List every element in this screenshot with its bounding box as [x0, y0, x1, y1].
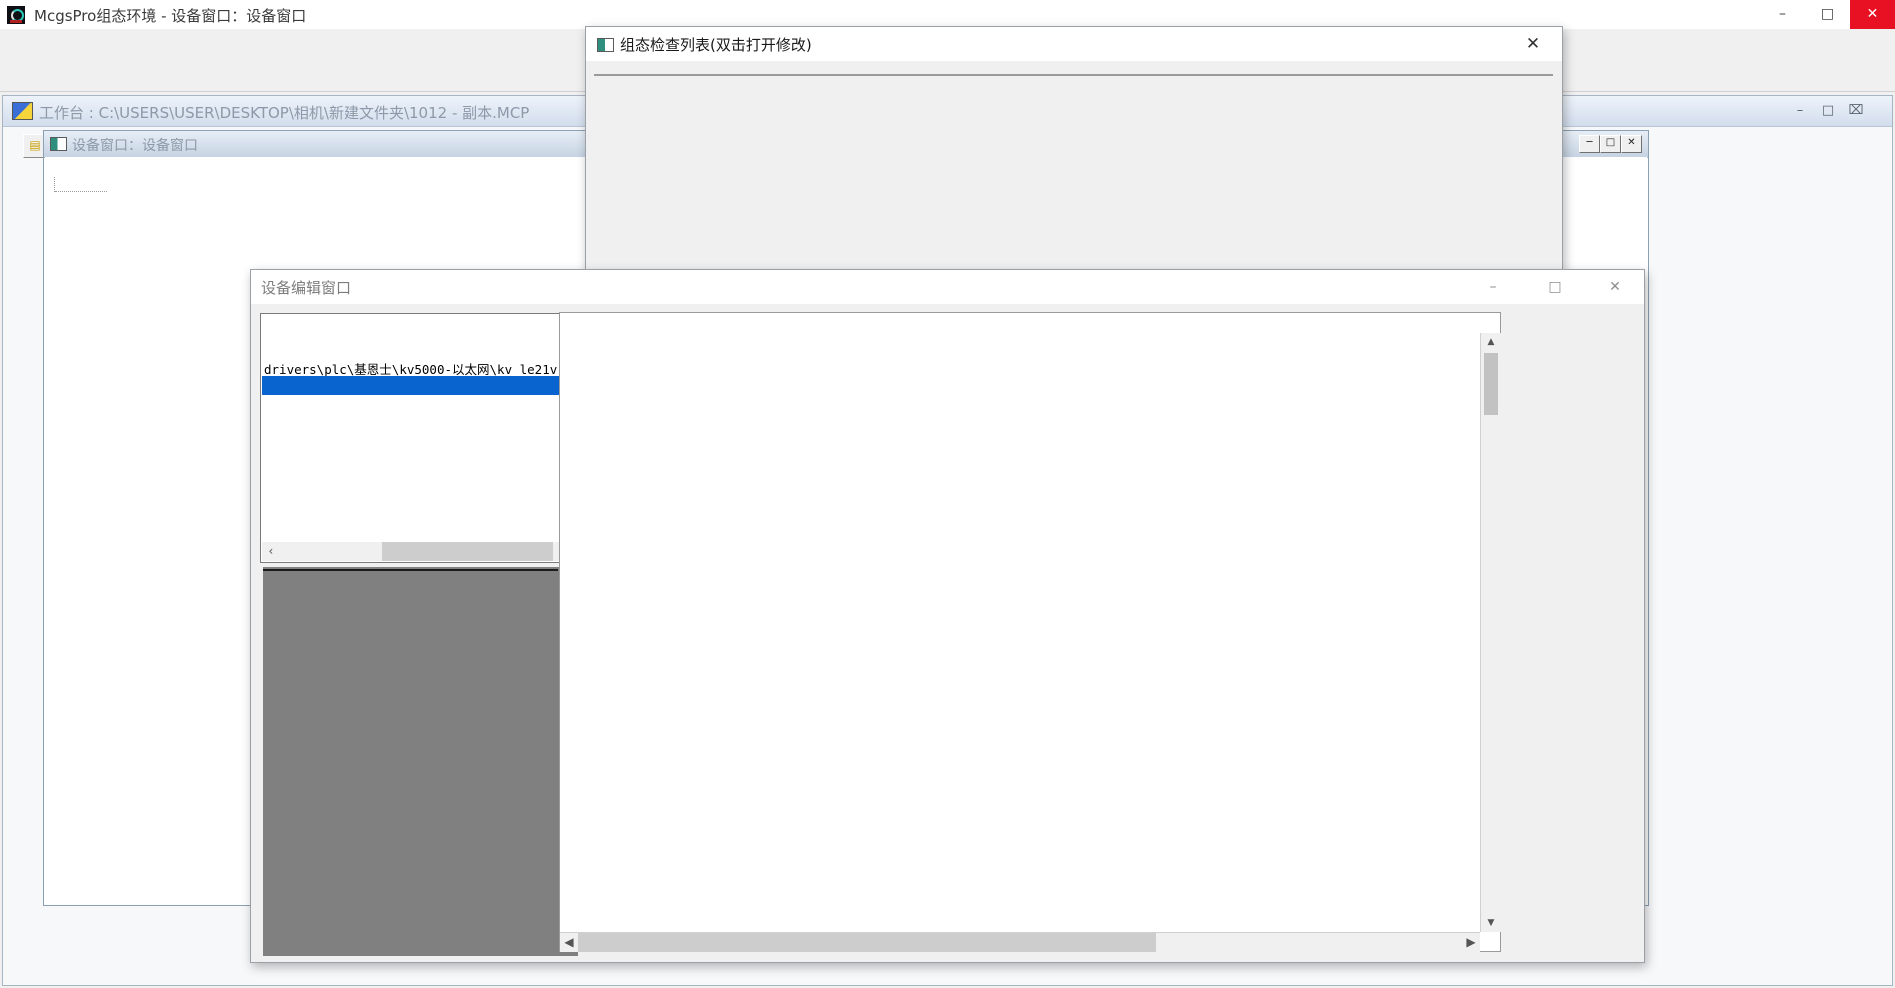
screen: McgsPro组态环境 - 设备窗口：设备窗口 – □ ✕ 工作台 : C:\U…	[0, 0, 1895, 988]
close-icon[interactable]: ✕	[1850, 0, 1895, 29]
scroll-left-icon[interactable]: ◀	[560, 933, 578, 952]
workspace-title: 工作台 : C:\USERS\USER\DESKTOP\相机\新建文件夹\101…	[39, 102, 529, 123]
workspace-close-icon[interactable]: ⌧	[1843, 100, 1869, 122]
editor-title: 设备编辑窗口	[261, 277, 351, 298]
app-title: McgsPro组态环境 - 设备窗口：设备窗口	[34, 5, 306, 26]
config-check-dialog: 组态检查列表(双击打开修改) ✕	[585, 26, 1563, 273]
scroll-up-icon[interactable]: ▲	[1481, 333, 1501, 351]
scroll-thumb[interactable]	[1484, 353, 1498, 415]
child-minimize-icon[interactable]: ─	[1579, 135, 1600, 153]
workbench-icon	[12, 102, 33, 120]
device-window-icon	[50, 137, 67, 151]
workspace-minimize-icon[interactable]: –	[1787, 100, 1813, 122]
app-icon	[7, 6, 25, 24]
tree-connector	[55, 191, 107, 192]
check-dialog-titlebar[interactable]: 组态检查列表(双击打开修改) ✕	[586, 27, 1562, 61]
workspace-restore-icon[interactable]: □	[1815, 100, 1841, 122]
editor-minimize-icon[interactable]: –	[1481, 277, 1505, 297]
channel-table: ▲ ▼ ◀ ▶	[559, 312, 1501, 952]
scroll-right-icon[interactable]: ▶	[1462, 933, 1480, 952]
editor-titlebar[interactable]: 设备编辑窗口 – □ ✕	[251, 270, 1644, 304]
device-properties-panel	[263, 567, 578, 956]
child-close-icon[interactable]: ✕	[1621, 135, 1642, 153]
check-dialog-icon	[597, 38, 614, 52]
scroll-left-icon[interactable]: ‹	[262, 542, 280, 561]
check-dialog-close-icon[interactable]: ✕	[1520, 33, 1546, 55]
driver-selected-row[interactable]	[262, 376, 571, 395]
editor-maximize-icon[interactable]: □	[1543, 277, 1567, 297]
check-dialog-title: 组态检查列表(双击打开修改)	[620, 34, 812, 55]
scroll-thumb[interactable]	[578, 933, 1156, 952]
driver-listbox[interactable]: drivers\plc\基恩士\kv5000-以太网\kv_le21v.ui ‹…	[260, 313, 575, 563]
maximize-icon[interactable]: □	[1805, 0, 1850, 29]
channel-vscrollbar[interactable]: ▲ ▼	[1480, 333, 1501, 932]
child-restore-icon[interactable]: □	[1600, 135, 1621, 153]
driver-list-hscrollbar[interactable]: ‹ ›	[262, 542, 571, 561]
channel-hscrollbar[interactable]: ◀ ▶	[560, 932, 1480, 952]
check-result-table	[594, 74, 1553, 76]
device-editor-dialog: 设备编辑窗口 – □ ✕ drivers\plc\基恩士\kv5000-以太网\…	[250, 269, 1645, 963]
scroll-thumb[interactable]	[382, 542, 553, 561]
editor-close-icon[interactable]: ✕	[1603, 277, 1627, 297]
channel-table-body	[560, 333, 1480, 932]
device-properties-table	[263, 569, 558, 571]
minimize-icon[interactable]: –	[1760, 0, 1805, 29]
device-window-title: 设备窗口：设备窗口	[72, 135, 198, 155]
tree-connector	[54, 177, 55, 192]
scroll-down-icon[interactable]: ▼	[1481, 914, 1501, 932]
